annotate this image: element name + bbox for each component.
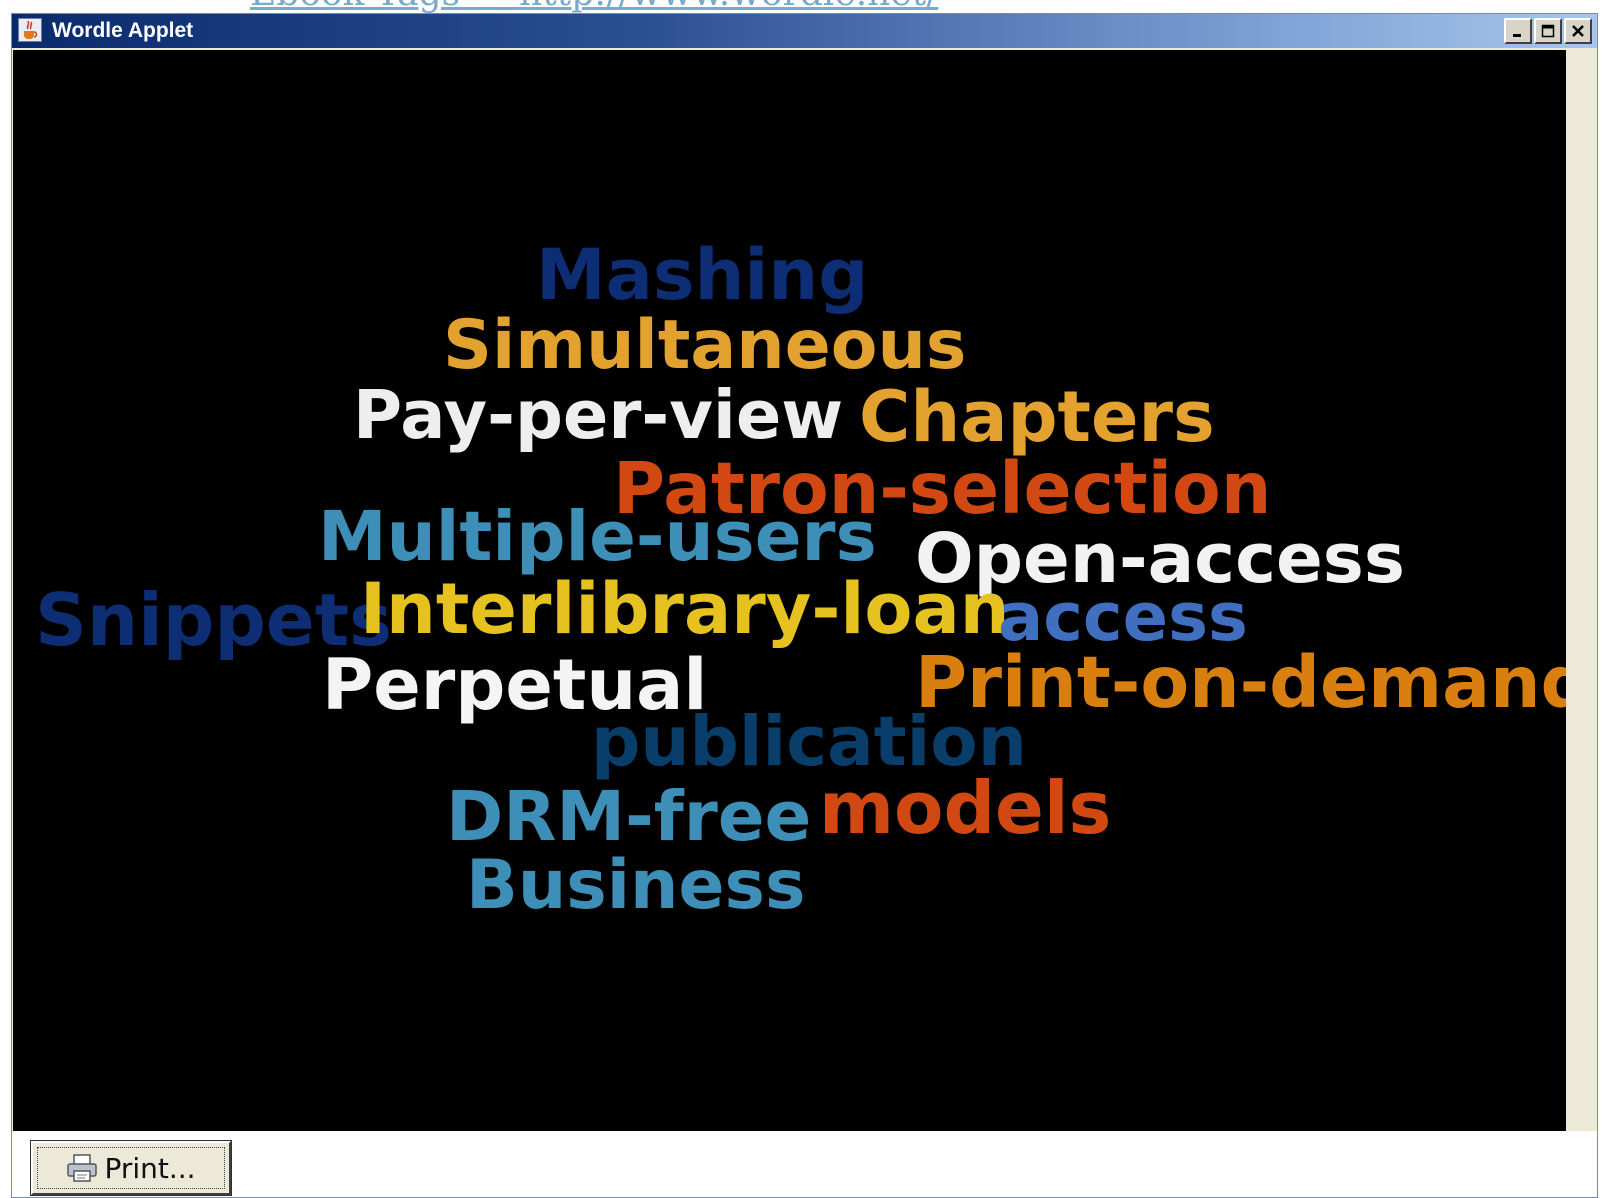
window-controls: [1504, 18, 1592, 44]
applet-toolbar: Print...: [12, 1131, 1597, 1197]
word-interlibrary-loan: Interlibrary-loan: [360, 568, 1010, 650]
print-button-label: Print...: [104, 1151, 196, 1185]
page-link[interactable]: Ebook Tags — http://www.wordle.net/: [250, 0, 938, 12]
window-title: Wordle Applet: [52, 19, 194, 42]
word-drm-free: DRM-free: [446, 777, 812, 857]
word-business: Business: [466, 846, 806, 925]
word-models: models: [819, 766, 1112, 850]
java-cup-icon[interactable]: [18, 18, 42, 42]
word-pay-per-view: Pay-per-view: [353, 376, 844, 454]
minimize-icon: [1513, 34, 1521, 37]
word-chapters: Chapters: [859, 376, 1215, 458]
applet-window: Wordle Applet Mashing Simultaneous Pay-p…: [11, 13, 1598, 1198]
minimize-button[interactable]: [1504, 18, 1532, 44]
word-multiple-users: Multiple-users: [318, 497, 877, 577]
close-button[interactable]: [1564, 18, 1592, 44]
word-cloud-canvas[interactable]: Mashing Simultaneous Pay-per-view Chapte…: [13, 50, 1566, 1131]
maximize-button[interactable]: [1534, 18, 1562, 44]
printer-icon: [67, 1154, 98, 1182]
word-simultaneous: Simultaneous: [443, 306, 967, 385]
print-button[interactable]: Print...: [30, 1140, 232, 1196]
maximize-icon: [1541, 24, 1555, 38]
title-bar[interactable]: Wordle Applet: [12, 14, 1597, 48]
word-mashing: Mashing: [536, 234, 869, 316]
close-icon: [1572, 25, 1584, 37]
